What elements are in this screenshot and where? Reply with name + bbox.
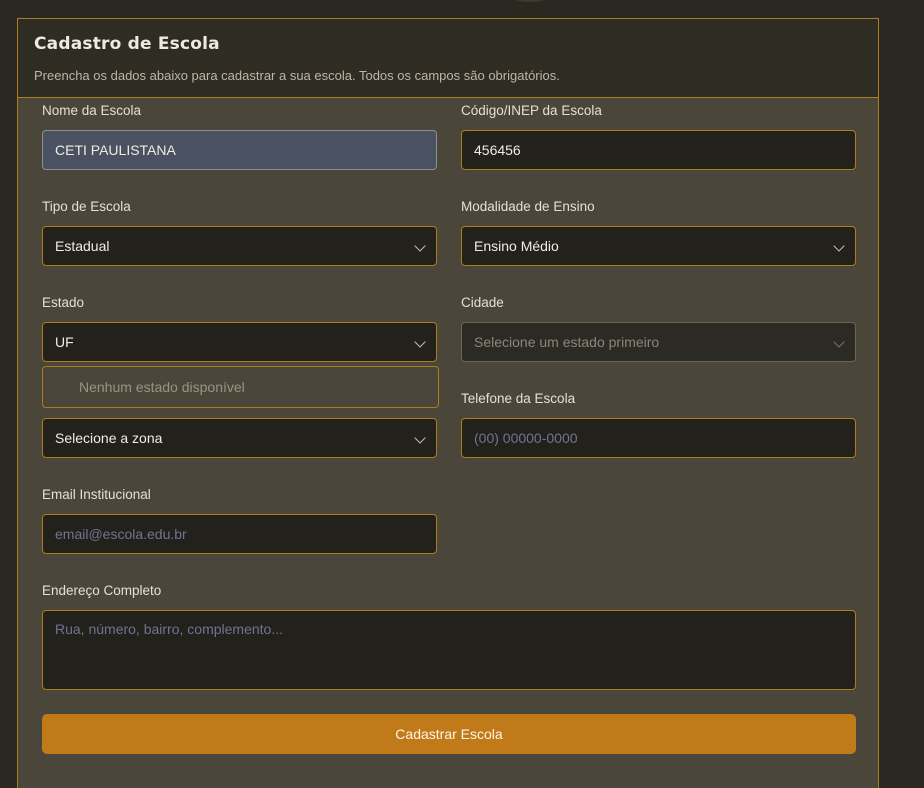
zone-select[interactable]: Selecione a zona (42, 418, 437, 458)
card-header: Cadastro de Escola Preencha os dados aba… (18, 19, 878, 98)
school-type-value: Estadual (55, 238, 110, 254)
chevron-down-icon (414, 432, 426, 444)
top-decoration (512, 0, 548, 2)
submit-button[interactable]: Cadastrar Escola (42, 714, 856, 754)
chevron-down-icon (833, 336, 845, 348)
school-code-input[interactable]: 456456 (461, 130, 856, 170)
city-placeholder: Selecione um estado primeiro (474, 334, 660, 350)
school-name-label: Nome da Escola (42, 103, 142, 118)
city-select[interactable]: Selecione um estado primeiro (461, 322, 856, 362)
school-code-label: Código/INEP da Escola (461, 103, 602, 118)
page-title: Cadastro de Escola (34, 34, 220, 54)
city-label: Cidade (461, 295, 504, 310)
phone-input[interactable]: (00) 00000-0000 (461, 418, 856, 458)
zone-value: Selecione a zona (55, 430, 163, 446)
school-type-select[interactable]: Estadual (42, 226, 437, 266)
school-type-label: Tipo de Escola (42, 199, 131, 214)
chevron-down-icon (833, 240, 845, 252)
teaching-mode-label: Modalidade de Ensino (461, 199, 595, 214)
address-label: Endereço Completo (42, 583, 162, 598)
chevron-down-icon (414, 240, 426, 252)
page-subtitle: Preencha os dados abaixo para cadastrar … (34, 68, 560, 83)
email-input[interactable]: email@escola.edu.br (42, 514, 437, 554)
teaching-mode-value: Ensino Médio (474, 238, 559, 254)
chevron-down-icon (414, 336, 426, 348)
phone-label: Telefone da Escola (461, 391, 576, 406)
email-label: Email Institucional (42, 487, 151, 502)
teaching-mode-select[interactable]: Ensino Médio (461, 226, 856, 266)
state-dropdown-empty-message: Nenhum estado disponível (42, 366, 439, 408)
school-name-input[interactable]: CETI PAULISTANA (42, 130, 437, 170)
state-value: UF (55, 334, 74, 350)
state-select[interactable]: UF (42, 322, 437, 362)
state-label: Estado (42, 295, 85, 310)
address-textarea[interactable]: Rua, número, bairro, complemento... (42, 610, 856, 690)
